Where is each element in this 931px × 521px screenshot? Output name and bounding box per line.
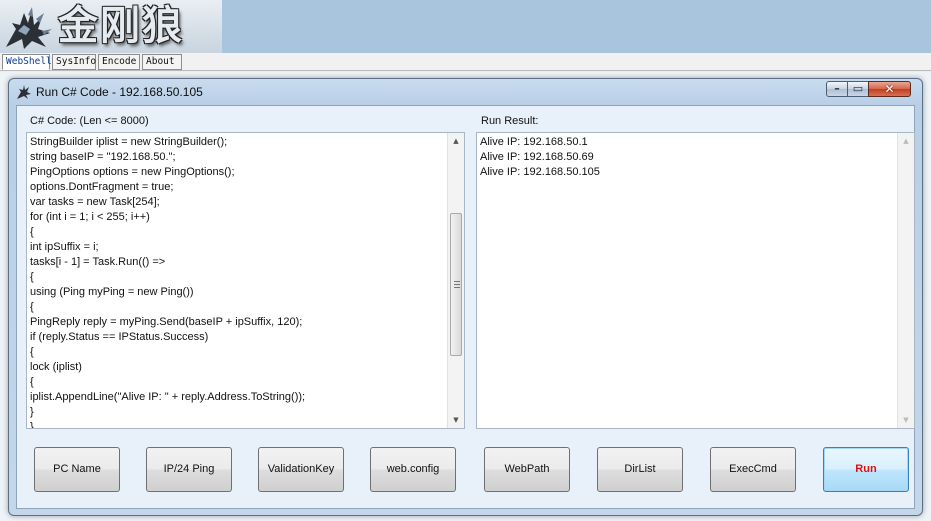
dialog-title: Run C# Code - 192.168.50.105 bbox=[36, 85, 203, 99]
dirlist-button[interactable]: DirList bbox=[597, 447, 683, 492]
code-line: var tasks = new Task[254]; bbox=[30, 196, 160, 208]
minimize-button[interactable]: – bbox=[826, 81, 848, 97]
code-line: iplist.AppendLine("Alive IP: " + reply.A… bbox=[30, 391, 306, 403]
ip24-ping-button[interactable]: IP/24 Ping bbox=[146, 447, 232, 492]
code-line: } bbox=[30, 406, 34, 418]
validation-key-button[interactable]: ValidationKey bbox=[258, 447, 344, 492]
code-line: { bbox=[30, 376, 34, 388]
minimize-icon: – bbox=[834, 82, 840, 95]
code-line: string baseIP = "192.168.50."; bbox=[30, 151, 176, 163]
code-line: if (reply.Status == IPStatus.Success) bbox=[30, 331, 209, 343]
code-line: using (Ping myPing = new Ping()) bbox=[30, 286, 194, 298]
execcmd-button[interactable]: ExecCmd bbox=[710, 447, 796, 492]
scroll-down-icon[interactable]: ▼ bbox=[448, 412, 464, 428]
tab-bar: WebShell SysInfo Encode About bbox=[0, 53, 931, 71]
app-icon bbox=[17, 85, 31, 99]
result-output[interactable]: Alive IP: 192.168.50.1 Alive IP: 192.168.… bbox=[476, 132, 915, 429]
result-line: Alive IP: 192.168.50.69 bbox=[480, 151, 594, 163]
header-banner: 金刚狼 bbox=[0, 0, 931, 53]
code-line: { bbox=[30, 346, 34, 358]
close-button[interactable]: ✕ bbox=[868, 81, 911, 97]
result-scrollbar[interactable]: ▲ ▼ bbox=[897, 133, 914, 428]
code-line: options.DontFragment = true; bbox=[30, 181, 174, 193]
scroll-thumb[interactable] bbox=[450, 213, 462, 356]
code-line: PingReply reply = myPing.Send(baseIP + i… bbox=[30, 316, 303, 328]
logo: 金刚狼 bbox=[0, 0, 222, 53]
code-line: { bbox=[30, 226, 34, 238]
result-label: Run Result: bbox=[481, 115, 539, 127]
code-editor[interactable]: StringBuilder iplist = new StringBuilder… bbox=[26, 132, 465, 429]
maximize-icon: ▭ bbox=[852, 82, 864, 95]
scroll-up-icon[interactable]: ▲ bbox=[898, 133, 914, 149]
code-line: int ipSuffix = i; bbox=[30, 241, 99, 253]
scroll-up-icon[interactable]: ▲ bbox=[448, 133, 464, 149]
code-line: { bbox=[30, 301, 34, 313]
dialog-client-area: C# Code: (Len <= 8000) Run Result: Strin… bbox=[16, 105, 915, 509]
wolverine-claw-icon bbox=[6, 7, 52, 49]
scroll-down-icon[interactable]: ▼ bbox=[898, 412, 914, 428]
pc-name-button[interactable]: PC Name bbox=[34, 447, 120, 492]
tab-webshell[interactable]: WebShell bbox=[2, 54, 52, 70]
run-csharp-code-dialog: Run C# Code - 192.168.50.105 – ▭ ✕ C# Co… bbox=[8, 78, 923, 516]
webpath-button[interactable]: WebPath bbox=[484, 447, 570, 492]
code-line: { bbox=[30, 271, 34, 283]
tab-sysinfo[interactable]: SysInfo bbox=[52, 54, 96, 70]
web-config-button[interactable]: web.config bbox=[370, 447, 456, 492]
code-line: StringBuilder iplist = new StringBuilder… bbox=[30, 136, 228, 148]
code-line: for (int i = 1; i < 255; i++) bbox=[30, 211, 150, 223]
tab-about[interactable]: About bbox=[142, 54, 182, 70]
brand-logo-text: 金刚狼 bbox=[58, 2, 184, 49]
code-scrollbar[interactable]: ▲ ▼ bbox=[447, 133, 464, 428]
tab-encode[interactable]: Encode bbox=[98, 54, 140, 70]
code-label: C# Code: (Len <= 8000) bbox=[30, 115, 149, 127]
code-line: PingOptions options = new PingOptions(); bbox=[30, 166, 235, 178]
code-line: } bbox=[30, 421, 34, 429]
run-button[interactable]: Run bbox=[823, 447, 909, 492]
dialog-titlebar[interactable]: Run C# Code - 192.168.50.105 – ▭ ✕ bbox=[9, 79, 922, 105]
code-line: lock (iplist) bbox=[30, 361, 82, 373]
maximize-button[interactable]: ▭ bbox=[847, 81, 869, 97]
result-line: Alive IP: 192.168.50.105 bbox=[480, 166, 600, 178]
close-icon: ✕ bbox=[884, 82, 895, 96]
result-line: Alive IP: 192.168.50.1 bbox=[480, 136, 588, 148]
code-line: tasks[i - 1] = Task.Run(() => bbox=[30, 256, 166, 268]
